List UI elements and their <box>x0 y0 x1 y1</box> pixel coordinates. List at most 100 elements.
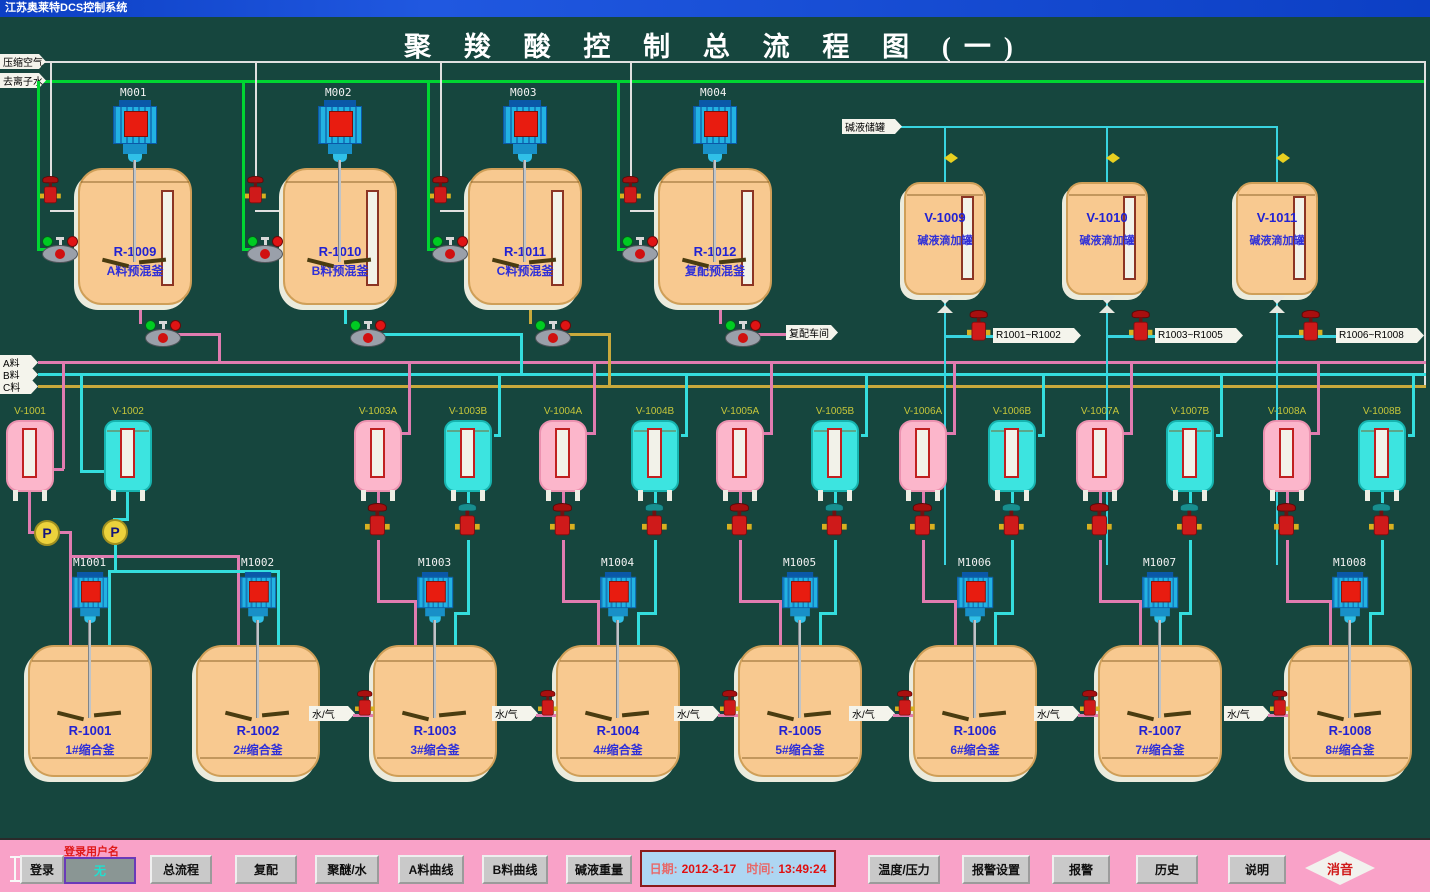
toolbar-button-1[interactable]: 总流程 <box>150 855 212 884</box>
agitator-shaft <box>616 620 619 718</box>
alkali-inlet-valve[interactable] <box>951 153 958 163</box>
agitator-motor[interactable] <box>1332 572 1368 623</box>
alkali-inlet-valve[interactable] <box>944 153 951 163</box>
agitator-motor[interactable] <box>503 100 547 162</box>
tank-leg <box>1083 490 1088 501</box>
pump-icon[interactable]: P <box>102 519 128 545</box>
water-gas-valve[interactable] <box>1270 690 1290 722</box>
tank-leg <box>847 490 852 501</box>
agitator-motor[interactable] <box>957 572 993 623</box>
air-branch-pipe <box>255 62 257 194</box>
agitator-motor[interactable] <box>240 572 276 623</box>
feed-tank-outlet-valve[interactable] <box>455 503 480 543</box>
agitator-motor[interactable] <box>782 572 818 623</box>
agitator-motor[interactable] <box>113 100 157 162</box>
alkali-outlet-valve[interactable] <box>1299 310 1322 348</box>
alkali-inlet-valve[interactable] <box>1276 153 1283 163</box>
alkali-destination-label: R1006~R1008 <box>1336 328 1424 343</box>
toolbar-button-6[interactable]: 碱液重量 <box>566 855 632 884</box>
alkali-inlet-valve[interactable] <box>1106 153 1113 163</box>
alkali-outlet-valve[interactable] <box>967 310 990 348</box>
tank-leg <box>1365 490 1370 501</box>
reducer-icon <box>1269 305 1285 313</box>
agitator-motor[interactable] <box>318 100 362 162</box>
feed-tank-outlet-valve[interactable] <box>365 503 390 543</box>
water-gas-label: 水/气 <box>492 706 538 721</box>
b-feed-pipe <box>1042 373 1045 435</box>
toolbar-right-button-3[interactable]: 报警 <box>1052 855 1110 884</box>
water-branch-pipe <box>37 81 40 250</box>
water-gas-valve[interactable] <box>1080 690 1100 722</box>
agitator-motor[interactable] <box>1142 572 1178 623</box>
premix-outlet-valve[interactable] <box>723 320 763 348</box>
alkali-inlet-valve[interactable] <box>1283 153 1290 163</box>
feed-tank-outlet-valve[interactable] <box>550 503 575 543</box>
valve-flange <box>355 707 359 712</box>
valve-body <box>1279 515 1294 535</box>
toolbar-button-2[interactable]: 复配 <box>235 855 297 884</box>
agitator-motor[interactable] <box>417 572 453 623</box>
b-outlet-pipe <box>1011 540 1014 614</box>
toolbar-button-3[interactable]: 聚醚/水 <box>315 855 379 884</box>
alkali-inlet-valve[interactable] <box>1113 153 1120 163</box>
feed-tank-outlet-valve[interactable] <box>642 503 667 543</box>
air-inlet-valve[interactable] <box>40 176 61 210</box>
water-inlet-valve[interactable] <box>245 236 285 264</box>
feed-tank-outlet-valve[interactable] <box>1274 503 1299 543</box>
premix-outlet-valve[interactable] <box>533 320 573 348</box>
a-feed-pipe <box>593 361 596 433</box>
tank-leg <box>140 490 145 501</box>
toolbar-right-button-2[interactable]: 报警设置 <box>962 855 1030 884</box>
b-outlet-pipe <box>467 540 470 614</box>
valve-flange <box>736 707 740 712</box>
agitator-motor[interactable] <box>693 100 737 162</box>
valve-status-dot <box>548 333 558 343</box>
air-inlet-valve[interactable] <box>620 176 641 210</box>
reducer-icon <box>937 296 953 304</box>
agitator-shaft <box>1158 620 1161 718</box>
water-inlet-valve[interactable] <box>40 236 80 264</box>
sight-glass <box>1374 428 1389 478</box>
toolbar-right-button-5[interactable]: 说明 <box>1228 855 1286 884</box>
premix-outlet-valve[interactable] <box>348 320 388 348</box>
water-gas-valve[interactable] <box>538 690 558 722</box>
mute-button[interactable]: 消音 <box>1305 851 1375 885</box>
login-username-field[interactable]: 无 <box>64 857 136 884</box>
alkali-outlet-valve[interactable] <box>1129 310 1152 348</box>
water-gas-label: 水/气 <box>1034 706 1080 721</box>
water-inlet-valve[interactable] <box>620 236 660 264</box>
feed-tank-outlet-valve[interactable] <box>910 503 935 543</box>
feed-tank-outlet-valve[interactable] <box>1369 503 1394 543</box>
toolbar-right-button-4[interactable]: 历史 <box>1136 855 1198 884</box>
water-gas-label: 水/气 <box>309 706 355 721</box>
air-inlet-valve[interactable] <box>430 176 451 210</box>
feed-tank-outlet-valve[interactable] <box>822 503 847 543</box>
water-gas-valve[interactable] <box>895 690 915 722</box>
pump-icon[interactable]: P <box>34 520 60 546</box>
feed-tank-outlet-valve[interactable] <box>1177 503 1202 543</box>
feed-tank-tag-label: V-1003A <box>348 406 408 417</box>
feed-tank-outlet-valve[interactable] <box>1087 503 1112 543</box>
agitator-motor[interactable] <box>72 572 108 623</box>
toolbar-button-5[interactable]: B料曲线 <box>482 855 548 884</box>
feed-tank-outlet-valve[interactable] <box>999 503 1024 543</box>
time-label: 时间: <box>746 860 774 877</box>
reactor-tag-label: R-1007 <box>1098 723 1222 738</box>
water-gas-valve[interactable] <box>355 690 375 722</box>
tank-leg <box>1299 490 1304 501</box>
b-feed-pipe <box>494 434 501 437</box>
motor-indicator <box>609 581 629 602</box>
premix-outlet-valve[interactable] <box>143 320 183 348</box>
water-gas-valve[interactable] <box>720 690 740 722</box>
toolbar-right-button-1[interactable]: 温度/压力 <box>868 855 940 884</box>
login-button[interactable]: 登录 <box>20 855 64 884</box>
valve-flange <box>245 194 249 199</box>
agitator-blade-icon <box>225 711 289 721</box>
water-inlet-valve[interactable] <box>430 236 470 264</box>
agitator-motor[interactable] <box>600 572 636 623</box>
valve-flange <box>986 330 991 335</box>
tank-leg <box>906 490 911 501</box>
feed-tank-outlet-valve[interactable] <box>727 503 752 543</box>
air-inlet-valve[interactable] <box>245 176 266 210</box>
toolbar-button-4[interactable]: A料曲线 <box>398 855 464 884</box>
